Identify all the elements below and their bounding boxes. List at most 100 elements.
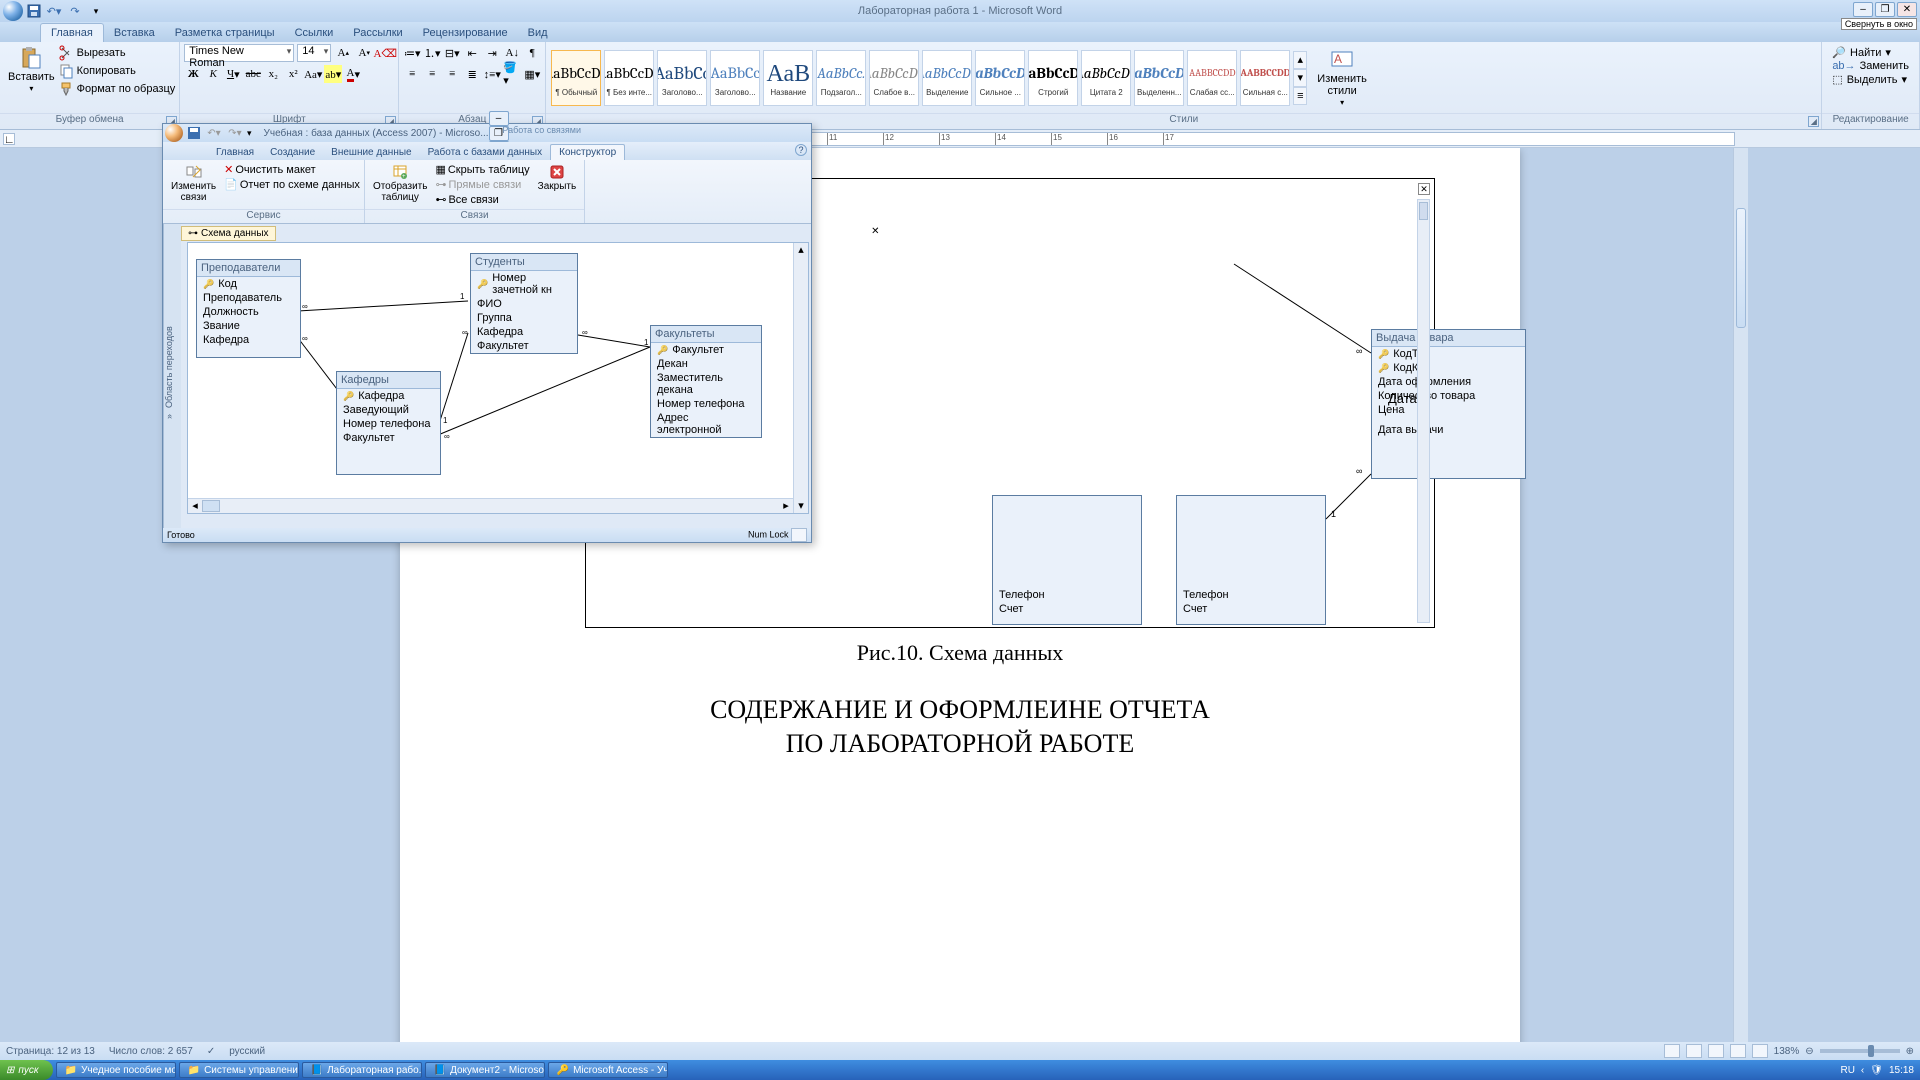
multilevel-button[interactable]: ⊟▾ bbox=[443, 44, 461, 62]
view-outline-button[interactable] bbox=[1730, 1044, 1746, 1058]
embedded-vscroll[interactable] bbox=[1417, 199, 1430, 623]
doc-tab-close-icon[interactable]: ✕ bbox=[871, 226, 879, 237]
access-qat-more-icon[interactable]: ▾ bbox=[247, 128, 252, 139]
style-item[interactable]: AaBbCcDd¶ Обычный bbox=[551, 50, 601, 106]
tab-view[interactable]: Вид bbox=[518, 24, 558, 42]
status-language[interactable]: русский bbox=[229, 1046, 265, 1057]
change-case-button[interactable]: Aa▾ bbox=[304, 65, 322, 83]
style-item[interactable]: АаВНазвание bbox=[763, 50, 813, 106]
zoom-out-button[interactable]: ⊖ bbox=[1805, 1046, 1813, 1057]
font-size-combo[interactable]: 14 bbox=[297, 44, 331, 62]
undo-icon[interactable]: ↶▾ bbox=[45, 2, 63, 20]
start-button[interactable]: ⊞пуск bbox=[0, 1060, 53, 1080]
style-item[interactable]: AaBbCcDd¶ Без инте... bbox=[604, 50, 654, 106]
tab-insert[interactable]: Вставка bbox=[104, 24, 165, 42]
tab-selector[interactable]: ∟ bbox=[3, 133, 15, 145]
style-item[interactable]: AaBbCcDdВыделенн... bbox=[1134, 50, 1184, 106]
zoom-in-button[interactable]: ⊕ bbox=[1906, 1046, 1914, 1057]
taskbar-item[interactable]: 📘Документ2 - Microso... bbox=[425, 1062, 545, 1078]
change-styles-button[interactable]: A Изменить стили▾ bbox=[1313, 46, 1371, 109]
minimize-button[interactable]: – bbox=[1853, 2, 1873, 17]
clock[interactable]: 15:18 bbox=[1889, 1065, 1914, 1076]
tab-review[interactable]: Рецензирование bbox=[413, 24, 518, 42]
align-right-button[interactable]: ≡ bbox=[443, 65, 461, 83]
subscript-button[interactable]: x₂ bbox=[264, 65, 282, 83]
tab-home[interactable]: Главная bbox=[40, 23, 104, 42]
redo-icon[interactable]: ↷ bbox=[66, 2, 84, 20]
taskbar-item[interactable]: 📁Системы управлени... bbox=[179, 1062, 299, 1078]
hide-table-button[interactable]: ▦Скрыть таблицу bbox=[435, 162, 529, 177]
shrink-font-button[interactable]: A▾ bbox=[355, 44, 373, 62]
style-item[interactable]: AABBCCDDСильная с... bbox=[1240, 50, 1290, 106]
word-vscroll[interactable] bbox=[1733, 148, 1748, 1042]
relations-canvas[interactable]: ∞1 ∞1 1∞ ∞ ∞1 Преподаватели Код Преподав… bbox=[187, 242, 809, 514]
select-button[interactable]: ⬚Выделить ▾ bbox=[1832, 73, 1909, 86]
tray-icon[interactable]: 🛡 bbox=[1870, 1065, 1883, 1076]
style-item[interactable]: AABBCCDDСлабая сс... bbox=[1187, 50, 1237, 106]
style-item[interactable]: AaBbCc.Подзагол... bbox=[816, 50, 866, 106]
canvas-vscroll[interactable]: ▴▾ bbox=[793, 243, 808, 513]
sort-button[interactable]: A↓ bbox=[503, 44, 521, 62]
tab-references[interactable]: Ссылки bbox=[285, 24, 344, 42]
highlight-button[interactable]: ab▾ bbox=[324, 65, 342, 83]
align-left-button[interactable]: ≡ bbox=[403, 65, 421, 83]
access-help-icon[interactable]: ? bbox=[795, 144, 807, 156]
schema-tab[interactable]: ⊶Схема данных bbox=[181, 226, 276, 241]
font-name-combo[interactable]: Times New Roman bbox=[184, 44, 294, 62]
access-tab-external[interactable]: Внешние данные bbox=[323, 145, 419, 160]
format-painter-button[interactable]: Формат по образцу bbox=[59, 80, 176, 98]
table-teachers[interactable]: Преподаватели Код Преподаватель Должност… bbox=[196, 259, 301, 358]
qat-more-icon[interactable]: ▾ bbox=[87, 2, 105, 20]
find-button[interactable]: 🔎Найти ▾ bbox=[1832, 46, 1909, 59]
access-redo-icon[interactable]: ↷▾ bbox=[226, 124, 244, 142]
paste-button[interactable]: Вставить ▾ bbox=[4, 44, 59, 111]
access-office-button[interactable] bbox=[165, 124, 183, 142]
taskbar-item[interactable]: 📘Лабораторная рабо... bbox=[302, 1062, 422, 1078]
borders-button[interactable]: ▦▾ bbox=[523, 65, 541, 83]
view-print-button[interactable] bbox=[1664, 1044, 1680, 1058]
edit-relations-button[interactable]: Изменить связи bbox=[167, 162, 220, 205]
taskbar-item[interactable]: 🔑Microsoft Access - Уч... bbox=[548, 1062, 668, 1078]
access-tab-create[interactable]: Создание bbox=[262, 145, 323, 160]
show-table-button[interactable]: + Отобразить таблицу bbox=[369, 162, 432, 205]
office-button[interactable] bbox=[3, 1, 23, 21]
zoom-slider[interactable] bbox=[1820, 1049, 1900, 1053]
tab-pagelayout[interactable]: Разметка страницы bbox=[165, 24, 285, 42]
line-spacing-button[interactable]: ↕≡▾ bbox=[483, 65, 501, 83]
embedded-close-icon[interactable]: ✕ bbox=[1418, 183, 1430, 195]
styles-more-icon[interactable]: ≡ bbox=[1293, 87, 1307, 105]
underline-button[interactable]: Ч▾ bbox=[224, 65, 242, 83]
close-relations-button[interactable]: Закрыть bbox=[534, 162, 581, 194]
maximize-button[interactable]: ❐ bbox=[1875, 2, 1895, 17]
table-departments[interactable]: Кафедры Кафедра Заведующий Номер телефон… bbox=[336, 371, 441, 475]
zoom-label[interactable]: 138% bbox=[1774, 1046, 1800, 1057]
strike-button[interactable]: abc bbox=[244, 65, 262, 83]
cut-button[interactable]: Вырезать bbox=[59, 44, 176, 62]
style-item[interactable]: AaBbCcDdВыделение bbox=[922, 50, 972, 106]
increase-indent-button[interactable]: ⇥ bbox=[483, 44, 501, 62]
all-relations-button[interactable]: ⊷Все связи bbox=[435, 192, 529, 207]
tray-icon[interactable]: ‹ bbox=[1861, 1065, 1864, 1076]
superscript-button[interactable]: x² bbox=[284, 65, 302, 83]
style-item[interactable]: AaBbCcDdЦитата 2 bbox=[1081, 50, 1131, 106]
clear-layout-button[interactable]: ✕Очистить макет bbox=[224, 162, 360, 177]
tab-mailings[interactable]: Рассылки bbox=[343, 24, 412, 42]
save-icon[interactable] bbox=[26, 3, 42, 19]
styles-down-icon[interactable]: ▾ bbox=[1293, 69, 1307, 87]
style-item[interactable]: AaBbCcЗаголово... bbox=[657, 50, 707, 106]
access-title-bar[interactable]: ↶▾ ↷▾ ▾ Учебная : база данных (Access 20… bbox=[163, 124, 811, 142]
status-words[interactable]: Число слов: 2 657 bbox=[109, 1046, 193, 1057]
table-faculties[interactable]: Факультеты Факультет Декан Заместитель д… bbox=[650, 325, 762, 438]
grow-font-button[interactable]: A▴ bbox=[334, 44, 352, 62]
style-item[interactable]: AaBbCcDdСлабое в... bbox=[869, 50, 919, 106]
decrease-indent-button[interactable]: ⇤ bbox=[463, 44, 481, 62]
view-web-button[interactable] bbox=[1708, 1044, 1724, 1058]
bullets-button[interactable]: ≔▾ bbox=[403, 44, 421, 62]
styles-gallery[interactable]: AaBbCcDd¶ ОбычныйAaBbCcDd¶ Без инте...Aa… bbox=[548, 47, 1293, 109]
access-save-icon[interactable] bbox=[186, 125, 202, 141]
shading-button[interactable]: 🪣▾ bbox=[503, 65, 521, 83]
relation-report-button[interactable]: 📄Отчет по схеме данных bbox=[224, 177, 360, 192]
taskbar-item[interactable]: 📁Учедное пособие мо... bbox=[56, 1062, 176, 1078]
access-tab-home[interactable]: Главная bbox=[208, 145, 262, 160]
close-button[interactable]: ✕ bbox=[1897, 2, 1917, 17]
